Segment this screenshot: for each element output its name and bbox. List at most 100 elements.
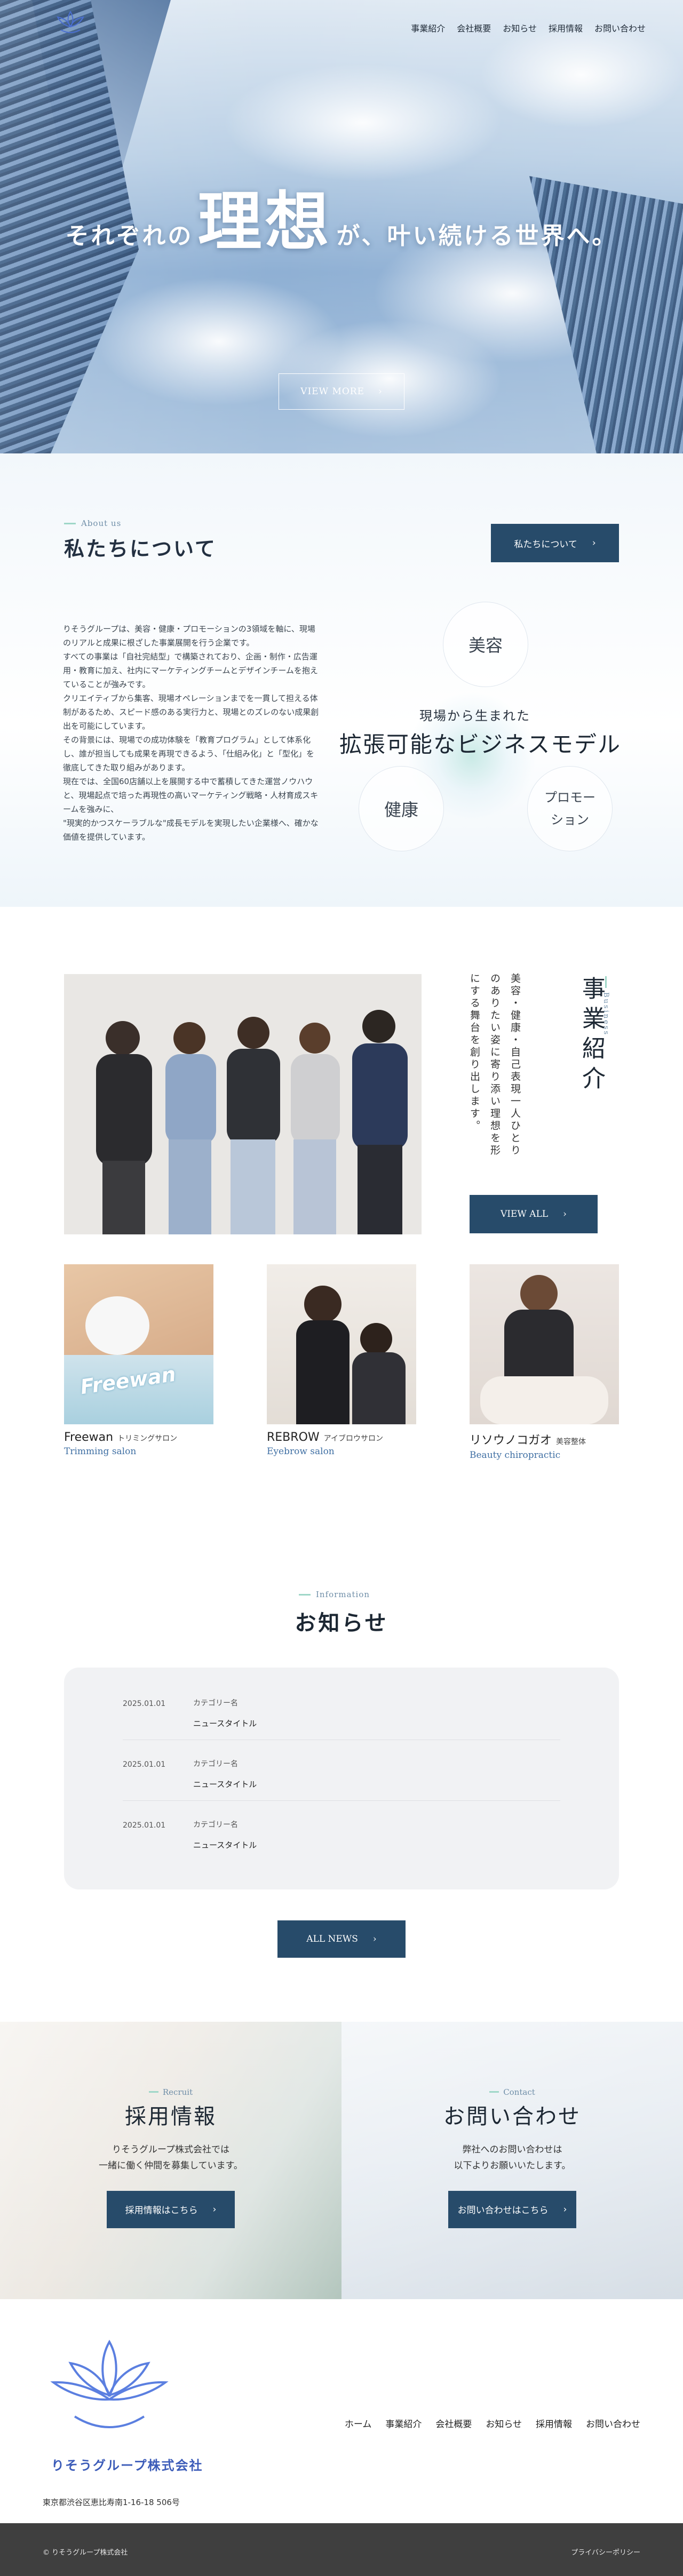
- footer-nav: ホーム 事業紹介 会社概要 お知らせ 採用情報 お問い合わせ: [345, 2417, 640, 2430]
- view-all-button[interactable]: VIEW ALL ›: [470, 1195, 598, 1233]
- chevron-right-icon: ›: [212, 2204, 217, 2215]
- person-body: [296, 1320, 350, 1424]
- about-paragraph: 現在では、全国60店舗以上を展開する中で蓄積してきた運営ノウハウと、現場起点で培…: [63, 777, 319, 814]
- privacy-policy-link[interactable]: プライバシーポリシー: [571, 2547, 640, 2557]
- recruit-button[interactable]: 採用情報はこちら ›: [107, 2190, 235, 2228]
- recruit-text-line: りそうグループ株式会社では: [112, 2144, 229, 2155]
- footer-nav-company[interactable]: 会社概要: [435, 2417, 472, 2430]
- model-circle-promotion: プロモーション: [527, 766, 613, 851]
- model-circle-health: 健康: [359, 766, 444, 851]
- salon-name: Freewan: [64, 1431, 114, 1444]
- salon-name-row: Freewan トリミングサロン: [64, 1431, 213, 1444]
- about-label: About us: [81, 519, 122, 528]
- about-paragraph: クリエイティブから集客、現場オペレーションまでを一貫して担える体制があるため、ス…: [63, 693, 319, 731]
- news-category: カテゴリー名: [193, 1821, 238, 1829]
- news-title-text: ニュースタイトル: [193, 1780, 257, 1789]
- footer-nav-recruit[interactable]: 採用情報: [536, 2417, 572, 2430]
- about-title: 私たちについて: [64, 537, 217, 561]
- about-section: About us 私たちについて 私たちについて › りそうグループは、美容・健…: [0, 453, 683, 907]
- contact-button[interactable]: お問い合わせはこちら ›: [448, 2190, 576, 2228]
- lotus-logo-icon[interactable]: [49, 7, 92, 39]
- team-photo-illustration: [64, 974, 422, 1234]
- all-news-label: ALL NEWS: [306, 1934, 358, 1944]
- about-paragraph: "現実的かつスケーラブルな"成長モデルを実現したい企業様へ、確かな価値を提供して…: [63, 818, 319, 842]
- about-paragraph: その背景には、現場での成功体験を「教育プログラム」として体系化し、誰が担当しても…: [63, 735, 315, 772]
- salon-photo: Freewan: [64, 1264, 213, 1424]
- footer-address: 東京都渋谷区恵比寿南1-16-18 506号: [43, 2498, 180, 2507]
- nav-item-contact[interactable]: お問い合わせ: [594, 21, 646, 34]
- recruit-text-line: 一緒に働く仲間を募集しています。: [99, 2160, 243, 2171]
- recruit-button-label: 採用情報はこちら: [125, 2205, 198, 2216]
- about-paragraph: すべての事業は「自社完結型」で構築されており、企画・制作・広告運用・教育に加え、…: [63, 652, 318, 689]
- hero-section: 事業紹介 会社概要 お知らせ 採用情報 お問い合わせ それぞれの理想 が、叶い続け…: [0, 0, 683, 453]
- footer-nav-business[interactable]: 事業紹介: [385, 2417, 422, 2430]
- accent-dash: [299, 1593, 311, 1596]
- client-face: [480, 1376, 608, 1424]
- salon-name: リソウノコガオ: [470, 1434, 552, 1447]
- news-category: カテゴリー名: [193, 1760, 238, 1768]
- news-date: 2025.01.01: [123, 1700, 166, 1708]
- model-health-label: 健康: [384, 800, 418, 820]
- news-title: お知らせ: [295, 1610, 388, 1636]
- salon-en: Beauty chiropractic: [470, 1450, 561, 1461]
- chevron-right-icon: ›: [563, 1209, 567, 1219]
- salon-card-rebrow[interactable]: REBROW アイブロウサロン Eyebrow salon: [267, 1264, 416, 1457]
- about-body: りそうグループは、美容・健康・プロモーションの3領域を軸に、現場のリアルと成果に…: [63, 622, 320, 844]
- recruit-text: りそうグループ株式会社では 一緒に働く仲間を募集しています。: [0, 2142, 342, 2174]
- nav-item-recruit[interactable]: 採用情報: [549, 21, 583, 34]
- footer-nav-contact[interactable]: お問い合わせ: [586, 2417, 640, 2430]
- contact-text: 弊社へのお問い合わせは 以下よりお願いいたします。: [342, 2142, 683, 2174]
- therapist-head: [520, 1275, 558, 1312]
- view-more-button[interactable]: VIEW MORE ›: [279, 373, 404, 410]
- recruit-content: Recruit 採用情報 りそうグループ株式会社では 一緒に働く仲間を募集してい…: [0, 2085, 342, 2228]
- copyright-bar: © りそうグループ株式会社 プライバシーポリシー: [0, 2523, 683, 2576]
- recruit-panel: Recruit 採用情報 りそうグループ株式会社では 一緒に働く仲間を募集してい…: [0, 2022, 342, 2299]
- therapist-body: [504, 1310, 574, 1384]
- footer: りそうグループ株式会社 東京都渋谷区恵比寿南1-16-18 506号 ホーム 事…: [0, 2299, 683, 2523]
- accent-dash: [489, 2091, 499, 2093]
- model-subtitle: 現場から生まれた: [419, 708, 530, 723]
- news-list: 2025.01.01 カテゴリー名 ニュースタイトル 2025.01.01 カテ…: [64, 1668, 619, 1889]
- view-more-label: VIEW MORE: [300, 386, 365, 397]
- hero-catchcopy: それぞれの理想 が、叶い続ける世界へ。: [0, 170, 683, 262]
- all-news-button[interactable]: ALL NEWS ›: [277, 1920, 406, 1958]
- salon-kana: トリミングサロン: [117, 1434, 178, 1443]
- news-item[interactable]: 2025.01.01 カテゴリー名 ニュースタイトル: [123, 1697, 560, 1740]
- chevron-right-icon: ›: [592, 538, 596, 548]
- business-title: 事業紹介: [578, 976, 605, 1096]
- footer-nav-news[interactable]: お知らせ: [486, 2417, 522, 2430]
- contact-text-line: 以下よりお願いいたします。: [454, 2160, 571, 2171]
- section-label: About us: [64, 519, 121, 528]
- nav-item-business[interactable]: 事業紹介: [411, 21, 445, 34]
- salon-photo: [267, 1264, 416, 1424]
- accent-dash: [64, 522, 76, 524]
- footer-company-name: りそうグループ株式会社: [51, 2458, 203, 2473]
- contact-title: お問い合わせ: [443, 2104, 581, 2129]
- salon-card-risounokogao[interactable]: リソウノコガオ 美容整体 Beauty chiropractic: [470, 1264, 619, 1461]
- lotus-logo-icon[interactable]: [43, 2331, 176, 2443]
- news-item[interactable]: 2025.01.01 カテゴリー名 ニュースタイトル: [123, 1819, 560, 1862]
- news-date: 2025.01.01: [123, 1821, 166, 1830]
- team-photo: [64, 974, 422, 1234]
- business-text: 美容・健康・自己表現一人ひとりのありたい姿に寄り添い理想を形にする舞台を創り出し…: [468, 973, 521, 1157]
- contact-label: Contact: [489, 2087, 535, 2097]
- client-head: [360, 1323, 392, 1355]
- about-button[interactable]: 私たちについて ›: [491, 524, 619, 562]
- global-nav: 事業紹介 会社概要 お知らせ 採用情報 お問い合わせ: [411, 21, 646, 34]
- nav-item-company[interactable]: 会社概要: [457, 21, 491, 34]
- contact-content: Contact お問い合わせ 弊社へのお問い合わせは 以下よりお願いいたします。…: [342, 2085, 683, 2228]
- chevron-right-icon: ›: [378, 386, 383, 397]
- recruit-title: 採用情報: [125, 2104, 217, 2129]
- salon-kana: アイブロウサロン: [323, 1434, 383, 1443]
- contact-panel: Contact お問い合わせ 弊社へのお問い合わせは 以下よりお願いいたします。…: [342, 2022, 683, 2299]
- salon-name: REBROW: [267, 1431, 320, 1444]
- nav-item-news[interactable]: お知らせ: [503, 21, 537, 34]
- recruit-label: Recruit: [148, 2087, 193, 2097]
- contact-text-line: 弊社へのお問い合わせは: [462, 2144, 562, 2155]
- footer-nav-home[interactable]: ホーム: [345, 2417, 372, 2430]
- about-button-label: 私たちについて: [514, 539, 577, 550]
- salon-card-freewan[interactable]: Freewan Freewan トリミングサロン Trimming salon: [64, 1264, 213, 1457]
- salon-photo: [470, 1264, 619, 1424]
- news-item[interactable]: 2025.01.01 カテゴリー名 ニュースタイトル: [123, 1758, 560, 1801]
- client-body: [352, 1352, 406, 1424]
